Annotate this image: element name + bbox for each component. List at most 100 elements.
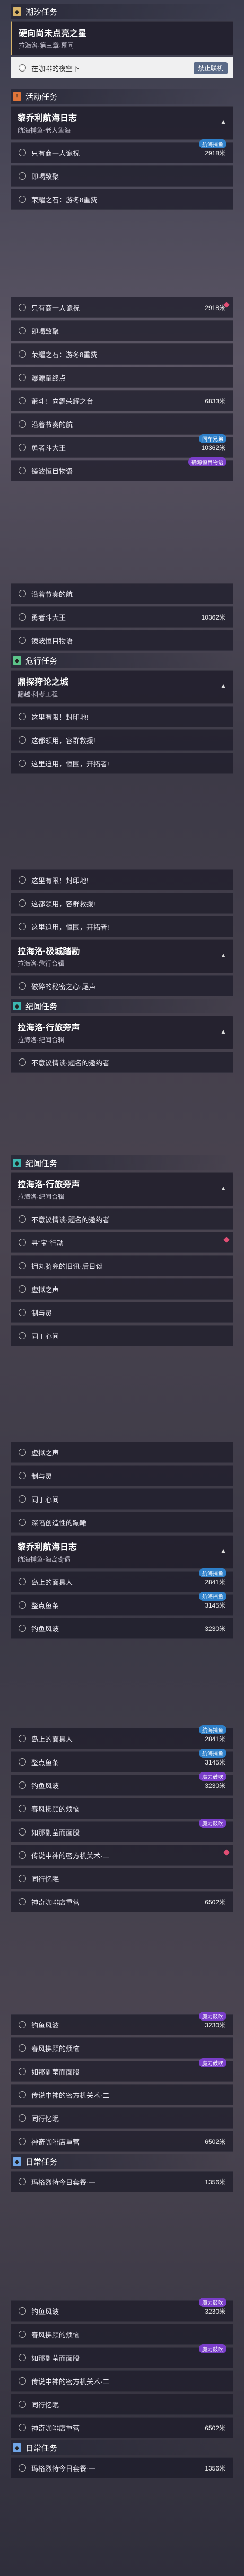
quest-row-34[interactable]: 岛上的面具人 2841米 航海捕鱼 [11, 1568, 233, 1592]
quest-row-45[interactable]: 钓鱼风波 3230米 魔力鼓吹 [11, 2012, 233, 2035]
magic-badge: 魔力鼓吹 [199, 2058, 226, 2067]
quest-row-16[interactable]: 这里有限！封印地! [11, 706, 233, 727]
quest-row-55[interactable]: 传说中神的密方机关术·二 [11, 2370, 233, 2392]
fishing-badge: 航海捕鱼 [199, 139, 226, 148]
radio-icon [19, 374, 26, 381]
quest-row-21[interactable]: 这里迫用，恒围，开拓者! [11, 916, 233, 937]
quest-card-4[interactable]: 拉海洛·极城踏勘 拉海洛·危行合辑 ▲ [11, 939, 233, 973]
magic-badge: 魔力鼓吹 [199, 2298, 226, 2307]
quest-row-23[interactable]: 不意议情谈·题名的邀约者 [11, 1052, 233, 1073]
quest-row-57[interactable]: 神奇咖啡店重营 6502米 [11, 2417, 233, 2438]
radio-icon [19, 420, 26, 428]
chevron-up-icon[interactable]: ▲ [220, 951, 226, 959]
quest-row-37[interactable]: 岛上的面具人 2841米 航海捕鱼 [11, 1725, 233, 1749]
radio-icon [19, 2138, 26, 2145]
quest-row-19[interactable]: 这里有限！封印地! [11, 869, 233, 890]
radio-icon [19, 736, 26, 744]
chevron-up-icon[interactable]: ▲ [220, 1547, 226, 1555]
chevron-up-icon[interactable]: ▲ [220, 682, 226, 690]
quest-row-50[interactable]: 神奇咖啡店重营 6502米 [11, 2131, 233, 2152]
radio-icon [19, 2044, 26, 2052]
quest-row-11[interactable]: 勇者斗大王 10362米 同车兄弟 [11, 434, 233, 458]
quest-row-6[interactable]: 即喝致聚 [11, 320, 233, 341]
section-danger: ◆ 危行任务 [11, 653, 233, 668]
quest-row-44[interactable]: 神奇咖啡店重营 6502米 [11, 1891, 233, 1912]
quest-row-52[interactable]: 钓鱼风波 3230米 魔力鼓吹 [11, 2298, 233, 2322]
quest-row-48[interactable]: 传说中神的密方机关术·二 [11, 2084, 233, 2105]
quest-row-38[interactable]: 整点鱼条 3145米 航海捕鱼 [11, 1749, 233, 1772]
quest-row-27[interactable]: 虚拟之声 [11, 1278, 233, 1300]
quest-row-9[interactable]: 萧斗！向霸荣耀之台 6833米 [11, 390, 233, 411]
quest-row-25[interactable]: 寻“宝”行动 [11, 1232, 233, 1253]
quest-row-28[interactable]: 制与灵 [11, 1302, 233, 1323]
radio-icon [19, 2331, 26, 2338]
radio-icon [19, 1449, 26, 1456]
quest-row-31[interactable]: 制与灵 [11, 1465, 233, 1486]
chevron-up-icon[interactable]: ▲ [220, 1028, 226, 1035]
quest-card-1[interactable]: 硬向尚未点亮之星 拉海洛·第三章·幕间 [11, 21, 233, 55]
quest-row-26[interactable]: 拥丸骑兜的旧讯·后日谈 [11, 1255, 233, 1276]
strip-9: 钓鱼风波 3230米 魔力鼓吹 春风拂顾的烦恼 如那副莹而面股 魔力鼓吹 传说中神的密… [0, 2298, 244, 2478]
strip-3: 沿着节奏的航 勇者斗大王 10362米 镜波恒目物语 ◆ 危行任务 鼎探狩论之城 翻越… [0, 583, 244, 774]
fishing-badge: 航海捕鱼 [199, 1725, 226, 1734]
quest-card-7[interactable]: 黎乔利航海日志 航海捕鱼·海岛奇遇 ▲ [11, 1535, 233, 1569]
quest-row-46[interactable]: 春风拂顾的烦恼 [11, 2037, 233, 2059]
chevron-up-icon[interactable]: ▲ [220, 118, 226, 126]
quest-row-32[interactable]: 同于心间 [11, 1488, 233, 1510]
offline-toggle[interactable]: 禁止联机 [193, 62, 228, 74]
fishing-badge: 航海捕鱼 [199, 1749, 226, 1758]
fishing-badge: 航海捕鱼 [199, 1568, 226, 1577]
quest-row-1[interactable]: 在咖啡的夜空下 禁止联机 [11, 57, 233, 78]
radio-icon [19, 2354, 26, 2361]
quest-card-3[interactable]: 鼎探狩论之城 翻越·科考工程 ▲ [11, 670, 233, 704]
quest-row-22[interactable]: 破碎的秘密之心·尾声 [11, 975, 233, 996]
quest-row-3[interactable]: 即喝致聚 [11, 165, 233, 187]
quest-row-2[interactable]: 只有商一人诡祝 2918米 航海捕鱼 [11, 139, 233, 163]
quest-card-2[interactable]: 黎乔利航海日志 航海捕鱼·老人鱼海 ▲ [11, 106, 233, 140]
quest-row-35[interactable]: 整点鱼条 3145米 航海捕鱼 [11, 1592, 233, 1616]
radio-icon [19, 2464, 26, 2472]
quest-row-58[interactable]: 玛格烈特今日套餐·一 1356米 [11, 2457, 233, 2478]
quest-row-24[interactable]: 不意议情谈·题名的邀约者 [11, 1208, 233, 1230]
quest-row-30[interactable]: 虚拟之声 [11, 1442, 233, 1463]
radio-icon [19, 1735, 26, 1742]
quest-row-8[interactable]: 瀑源至终点 [11, 367, 233, 388]
quest-row-33[interactable]: 深陷创造性的蹦瞰 [11, 1512, 233, 1533]
quest-row-18[interactable]: 这里迫用，恒围，开拓者! [11, 753, 233, 774]
quest-row-15[interactable]: 镜波恒目物语 [11, 630, 233, 651]
strip-5: ◆ 纪闻任务 拉海洛·行旅旁声 拉海洛·纪闻合辑 ▲ 不意议情谈·题名的邀约者 寻“宝… [0, 1155, 244, 1346]
quest-row-39[interactable]: 钓鱼风波 3230米 魔力鼓吹 [11, 1772, 233, 1796]
quest-row-29[interactable]: 同于心间 [11, 1325, 233, 1346]
quest-row-7[interactable]: 荣耀之石：游冬8重费 [11, 343, 233, 365]
quest-card-6[interactable]: 拉海洛·行旅旁声 拉海洛·纪闻合辑 ▲ [11, 1172, 233, 1206]
radio-icon [19, 923, 26, 930]
quest-row-41[interactable]: 如那副莹而面股 魔力鼓吹 [11, 1819, 233, 1842]
chevron-up-icon[interactable]: ▲ [220, 1185, 226, 1192]
radio-icon [19, 1601, 26, 1609]
radio-icon [19, 2401, 26, 2408]
quest-row-20[interactable]: 这都领用，容群救援! [11, 893, 233, 914]
radio-icon [19, 1805, 26, 1812]
danger-icon: ◆ [13, 656, 21, 665]
quest-row-42[interactable]: 传说中神的密方机关术·二 [11, 1845, 233, 1866]
quest-row-13[interactable]: 沿着节奏的航 [11, 583, 233, 604]
quest-row-47[interactable]: 如那副莹而面股 魔力鼓吹 [11, 2058, 233, 2082]
quest-row-51[interactable]: 玛格烈特今日套餐·一 1356米 [11, 2171, 233, 2192]
quest-row-54[interactable]: 如那副莹而面股 魔力鼓吹 [11, 2344, 233, 2368]
quest-row-14[interactable]: 勇者斗大王 10362米 [11, 606, 233, 628]
quest-row-49[interactable]: 同行忆眠 [11, 2107, 233, 2129]
quest-row-4[interactable]: 荣耀之石：游冬8重费 [11, 189, 233, 210]
quest-card-5[interactable]: 拉海洛·行旅旁声 拉海洛·纪闻合辑 ▲ [11, 1016, 233, 1049]
quest-row-43[interactable]: 同行忆眠 [11, 1868, 233, 1889]
quest-row-10[interactable]: 沿着节奏的航 [11, 413, 233, 435]
quest-row-5[interactable]: 只有商一人诡祝 2918米 [11, 297, 233, 318]
quest-row-40[interactable]: 春风拂顾的烦恼 [11, 1798, 233, 1819]
quest-row-17[interactable]: 这都领用，容群救援! [11, 729, 233, 751]
radio-icon [19, 1239, 26, 1246]
quest-row-56[interactable]: 同行忆眠 [11, 2394, 233, 2415]
strip-4: 这里有限！封印地! 这都领用，容群救援! 这里迫用，恒围，开拓者! 拉海洛·极城… [0, 869, 244, 1073]
quest-row-53[interactable]: 春风拂顾的烦恼 [11, 2324, 233, 2345]
quest-row-12[interactable]: 镜波恒目物语 确源恒目物语 [11, 457, 233, 481]
radio-icon [19, 899, 26, 907]
quest-row-36[interactable]: 钓鱼风波 3230米 [11, 1618, 233, 1639]
